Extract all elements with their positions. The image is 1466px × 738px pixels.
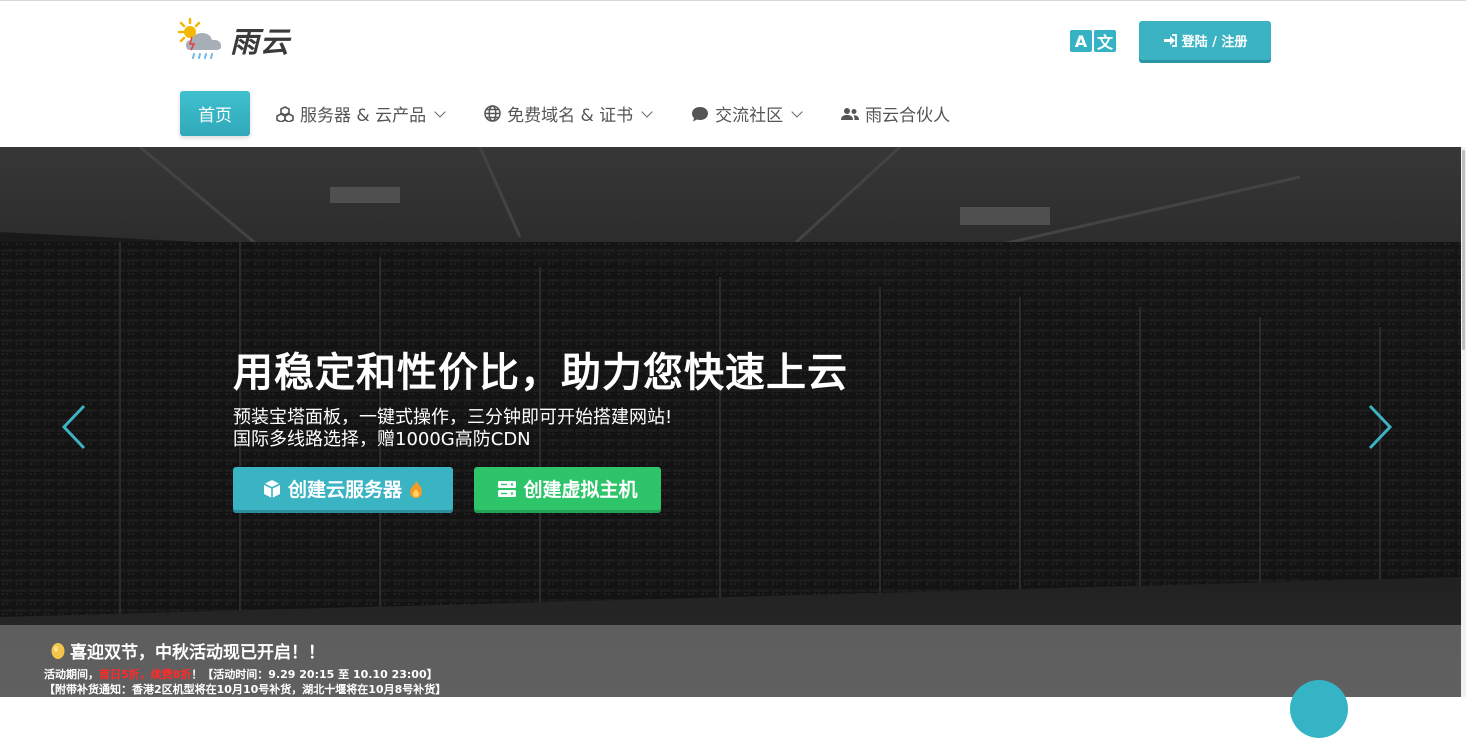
comment-icon: [692, 106, 709, 121]
notice-title-text: 喜迎双节，中秋活动现已开启！！: [70, 643, 325, 663]
nav-item-servers[interactable]: 服务器 & 云产品: [276, 101, 446, 126]
chevron-down-icon: [791, 105, 803, 118]
scrollbar-thumb[interactable]: [1462, 150, 1465, 350]
nav-item-domains[interactable]: 免费域名 & 证书: [484, 101, 653, 126]
notice-highlight-separator: ，: [139, 668, 151, 681]
site-header: 雨云 A 文 登陆 / 注册 首页 服务器 & 云产品 免费域名 & 证书 交流…: [0, 0, 1466, 147]
mooncake-icon: [51, 642, 65, 659]
create-cloud-server-button[interactable]: 创建云服务器: [233, 467, 453, 510]
nav-item-home[interactable]: 首页: [180, 91, 250, 136]
customer-service-float-button[interactable]: [1290, 680, 1348, 738]
create-virtual-host-button[interactable]: 创建虚拟主机: [474, 467, 661, 510]
login-register-button[interactable]: 登陆 / 注册: [1139, 21, 1271, 60]
brand-name: 雨云: [230, 25, 291, 59]
create-cloud-server-label: 创建云服务器: [287, 479, 402, 501]
chevron-down-icon: [434, 105, 446, 118]
fire-icon: [410, 479, 422, 498]
notice-activity-line: 活动期间，首日5折，续费8折！【活动时间：9.29 20:15 至 10.10 …: [44, 666, 438, 682]
users-icon: [841, 107, 860, 120]
cubes-icon: [276, 105, 294, 122]
nav-label: 免费域名 & 证书: [507, 106, 634, 126]
chevron-down-icon: [641, 105, 653, 118]
login-label: 登陆 / 注册: [1181, 35, 1248, 50]
language-toggle[interactable]: A 文: [1070, 30, 1116, 52]
notice-title: 喜迎双节，中秋活动现已开启！！: [50, 638, 325, 663]
globe-icon: [484, 105, 501, 122]
translate-icon: A: [1070, 30, 1092, 52]
notice-text: 活动期间，: [44, 668, 99, 681]
notice-restock-line: 【附带补货通知：香港2区机型将在10月10号补货，湖北十堰将在10月8号补货】: [44, 683, 447, 696]
nav-item-community[interactable]: 交流社区: [691, 101, 803, 126]
nav-label: 交流社区: [715, 106, 784, 126]
main-nav: 首页 服务器 & 云产品 免费域名 & 证书 交流社区 雨云合伙人: [180, 91, 990, 136]
sun-cloud-rain-icon: [178, 17, 222, 59]
sign-in-icon: [1163, 34, 1177, 47]
carousel-prev-arrow[interactable]: [60, 404, 88, 450]
notice-highlight: 续费8折: [150, 668, 192, 681]
cube-icon: [263, 479, 281, 498]
nav-label: 首页: [198, 106, 232, 126]
notice-highlight: 首日5折: [99, 668, 140, 681]
carousel-next-arrow[interactable]: [1366, 404, 1394, 450]
hero-subtitle-2: 国际多线路选择，赠1000G高防CDN: [233, 429, 531, 450]
datacenter-background-image: [0, 147, 1461, 697]
hero-title: 用稳定和性价比，助力您快速上云: [233, 350, 848, 396]
hero-banner: [0, 147, 1461, 697]
logo[interactable]: 雨云: [178, 17, 290, 63]
nav-label: 雨云合伙人: [865, 106, 951, 126]
notice-text: ！【活动时间：9.29 20:15 至 10.10 23:00】: [191, 668, 438, 681]
create-virtual-host-label: 创建虚拟主机: [523, 479, 638, 501]
translate-icon-cjk: 文: [1094, 30, 1116, 52]
server-icon: [498, 480, 517, 497]
nav-item-partner[interactable]: 雨云合伙人: [841, 101, 950, 126]
nav-label: 服务器 & 云产品: [300, 106, 427, 126]
